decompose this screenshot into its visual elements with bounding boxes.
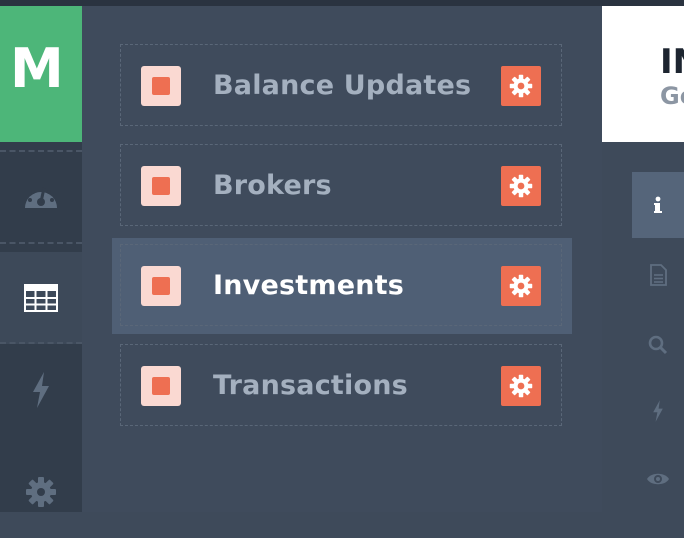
document-icon xyxy=(650,264,667,286)
list-item-label: Investments xyxy=(213,270,405,301)
tab-info[interactable] xyxy=(632,172,684,238)
rail-item-dashboard[interactable] xyxy=(0,150,82,242)
dashboard-gauge-icon xyxy=(25,187,57,208)
app-logo[interactable]: M xyxy=(0,6,82,142)
list-item-label: Brokers xyxy=(213,170,332,201)
table-grid-icon xyxy=(24,284,58,312)
item-settings-button[interactable] xyxy=(501,66,541,106)
detail-title: IN xyxy=(660,42,684,82)
detail-panel: IN Ge xyxy=(602,6,684,512)
item-color-marker xyxy=(141,366,181,406)
detail-subtitle: Ge xyxy=(660,82,684,110)
lightning-icon xyxy=(653,400,663,422)
gear-icon xyxy=(509,374,533,398)
gear-icon xyxy=(26,477,56,507)
list-item-balance-updates[interactable]: Balance Updates xyxy=(120,44,562,126)
info-icon xyxy=(654,196,662,213)
rail-item-actions[interactable] xyxy=(0,344,82,436)
tab-preview[interactable] xyxy=(632,446,684,512)
rail-divider xyxy=(0,242,82,244)
left-rail: M xyxy=(0,6,82,512)
list-item-label: Balance Updates xyxy=(213,70,472,101)
gear-icon xyxy=(509,274,533,298)
gear-icon xyxy=(509,74,533,98)
item-color-marker xyxy=(141,266,181,306)
item-color-marker xyxy=(141,66,181,106)
lightning-icon xyxy=(33,372,49,408)
logo-letter: M xyxy=(10,37,64,100)
list-item-transactions[interactable]: Transactions xyxy=(120,344,562,426)
search-icon xyxy=(648,335,668,355)
item-settings-button[interactable] xyxy=(501,366,541,406)
tab-document[interactable] xyxy=(632,242,684,308)
gear-icon xyxy=(509,174,533,198)
tab-actions[interactable] xyxy=(632,378,684,444)
tables-list-panel: Balance Updates Brokers Investments Tran… xyxy=(82,6,602,512)
item-color-marker xyxy=(141,166,181,206)
list-item-label: Transactions xyxy=(213,370,408,401)
list-item-investments[interactable]: Investments xyxy=(120,244,562,326)
tab-search[interactable] xyxy=(632,312,684,378)
item-settings-button[interactable] xyxy=(501,266,541,306)
rail-item-settings[interactable] xyxy=(0,446,82,538)
detail-header-card: IN Ge xyxy=(602,6,684,142)
list-item-brokers[interactable]: Brokers xyxy=(120,144,562,226)
eye-icon xyxy=(647,473,669,485)
item-settings-button[interactable] xyxy=(501,166,541,206)
rail-item-tables[interactable] xyxy=(0,252,82,344)
